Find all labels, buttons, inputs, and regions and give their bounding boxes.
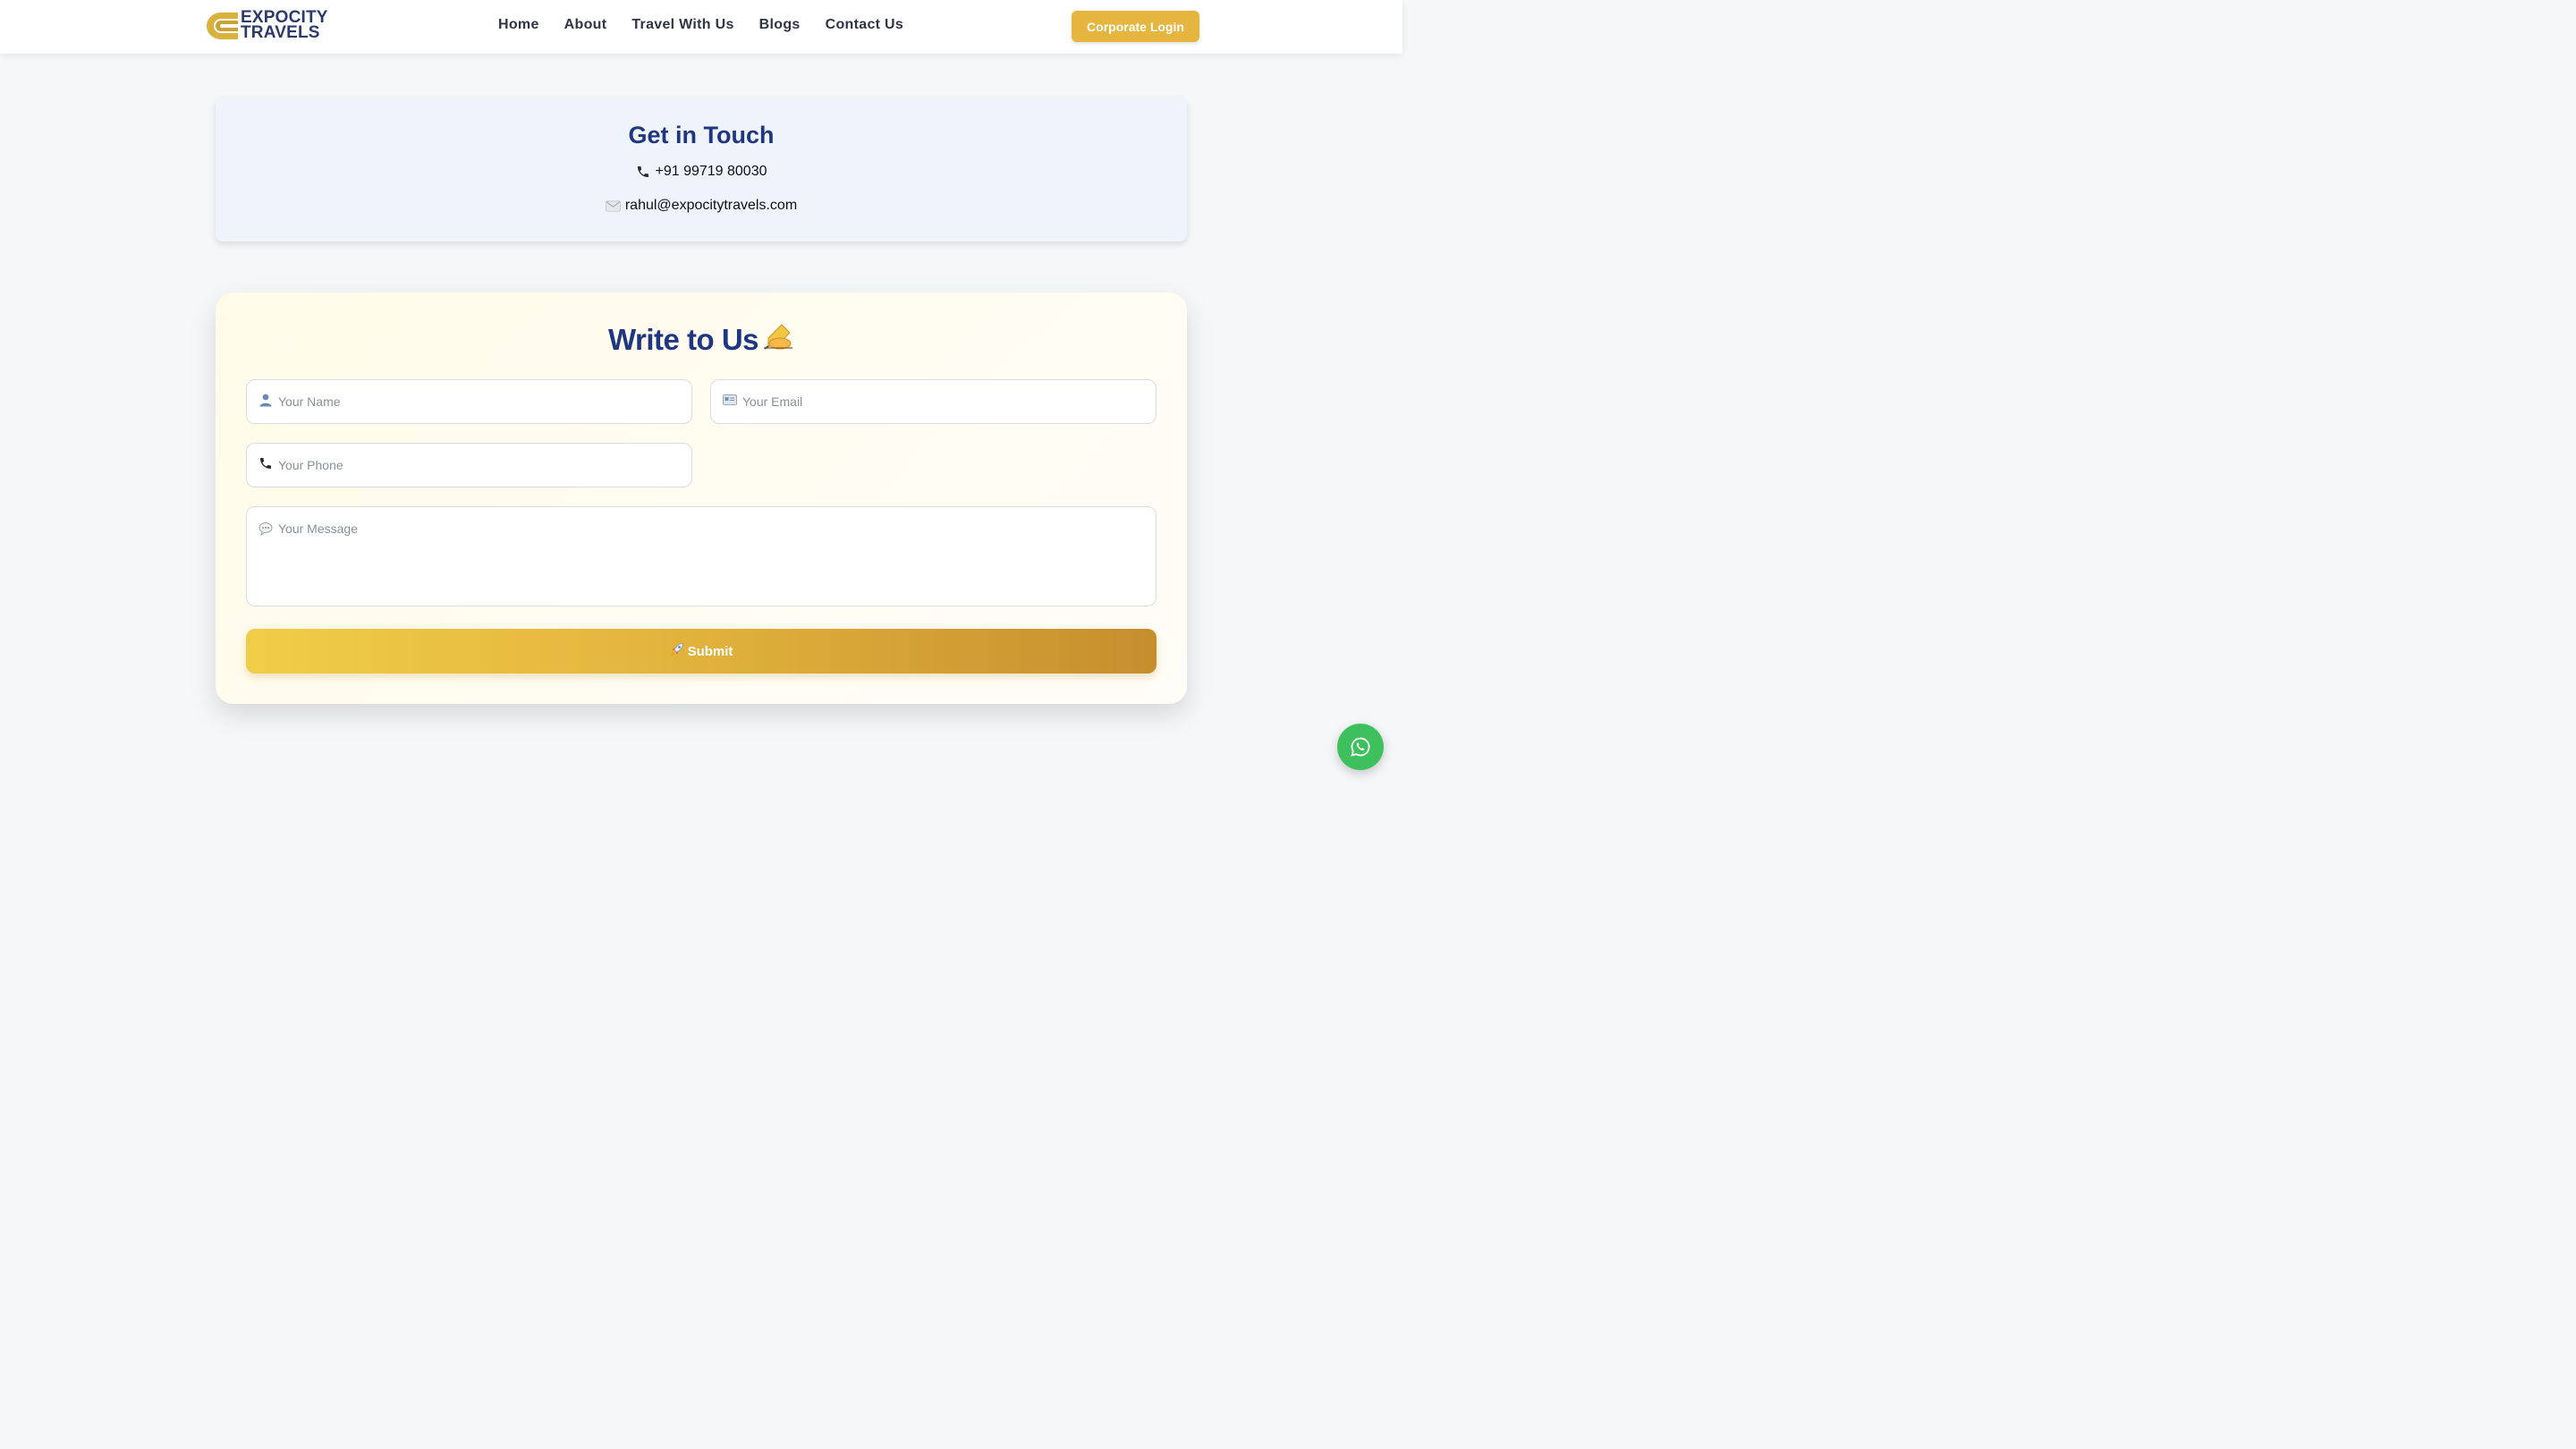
corporate-login-button[interactable]: Corporate Login xyxy=(1072,11,1199,42)
phone-icon xyxy=(635,164,651,180)
nav-link-contact-us[interactable]: Contact Us xyxy=(826,17,903,33)
main-nav: Home About Travel With Us Blogs Contact … xyxy=(498,17,903,33)
name-field[interactable] xyxy=(246,379,692,424)
message-input[interactable] xyxy=(278,521,1156,593)
contact-email[interactable]: rahul@expocitytravels.com xyxy=(625,198,797,214)
writing-hand-icon xyxy=(762,322,794,358)
email-input[interactable] xyxy=(742,394,1156,409)
form-title-text: Write to Us xyxy=(607,323,759,356)
brand-logo[interactable]: EXPOCITY TRAVELS xyxy=(202,9,332,42)
whatsapp-icon xyxy=(1351,737,1370,757)
person-icon xyxy=(258,393,273,411)
name-input[interactable] xyxy=(278,394,691,409)
contact-info-card: Get in Touch +91 99719 80030 rahul@expoc… xyxy=(216,97,1187,242)
phone-input[interactable] xyxy=(278,458,691,472)
contact-email-row: rahul@expocitytravels.com xyxy=(216,198,1187,214)
submit-button[interactable]: Submit xyxy=(246,629,1157,674)
speech-bubble-icon xyxy=(258,521,273,540)
brand-line-2: TRAVELS xyxy=(241,23,320,42)
email-field[interactable] xyxy=(710,379,1157,424)
submit-label: Submit xyxy=(687,643,733,659)
brand-name: EXPOCITY TRAVELS xyxy=(241,9,328,42)
navbar: EXPOCITY TRAVELS Home About Travel With … xyxy=(0,0,1402,54)
phone-icon xyxy=(258,456,273,475)
logo-mark-icon xyxy=(207,13,238,39)
nav-link-travel-with-us[interactable]: Travel With Us xyxy=(631,17,733,33)
rocket-icon xyxy=(670,642,684,660)
email-card-icon xyxy=(723,394,737,410)
contact-phone[interactable]: +91 99719 80030 xyxy=(655,164,767,180)
message-field[interactable] xyxy=(246,506,1157,606)
whatsapp-chat-button[interactable] xyxy=(1337,724,1384,770)
phone-field[interactable] xyxy=(246,443,692,487)
contact-form-card: Write to Us Your Name Your Email Your Ph… xyxy=(216,292,1187,704)
contact-phone-row: +91 99719 80030 xyxy=(216,164,1187,180)
envelope-icon xyxy=(606,198,622,214)
nav-link-blogs[interactable]: Blogs xyxy=(759,17,801,33)
nav-link-about[interactable]: About xyxy=(564,17,607,33)
contact-title: Get in Touch xyxy=(628,122,775,148)
form-title: Write to Us xyxy=(216,322,1187,358)
nav-link-home[interactable]: Home xyxy=(498,17,539,33)
